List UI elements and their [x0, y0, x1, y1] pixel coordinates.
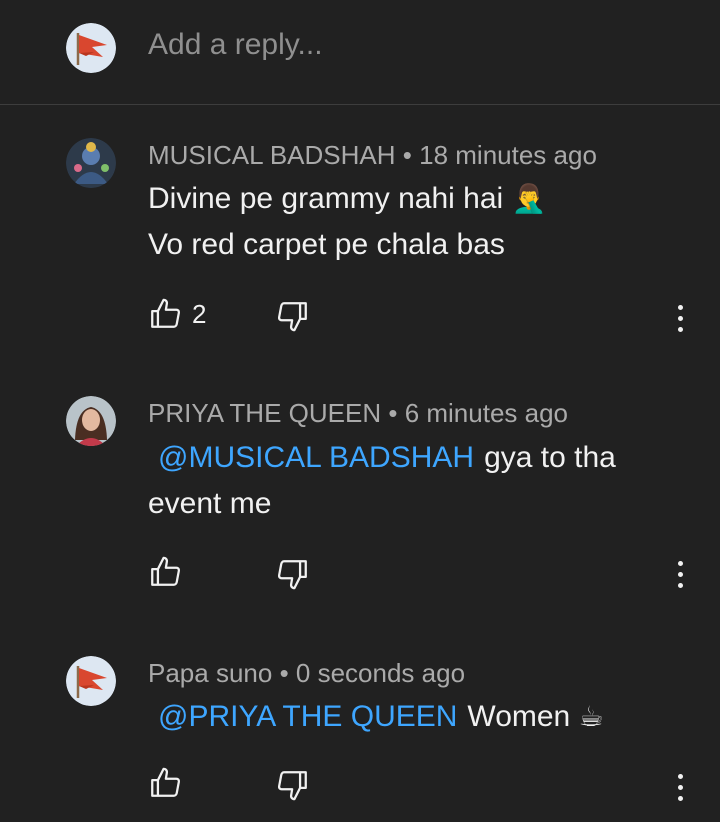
comment-text: Divine pe grammy nahi hai 🤦‍♂️ Vo red ca…	[148, 176, 688, 268]
like-button[interactable]	[148, 766, 184, 802]
comment-actions: 2	[148, 297, 648, 337]
like-icon	[151, 556, 181, 586]
comment-meta: Papa suno • 0 seconds ago	[148, 658, 465, 689]
facepalm-emoji: 🤦‍♂️	[511, 182, 547, 215]
comment-item: PRIYA THE QUEEN • 6 minutes ago @MUSICAL…	[0, 360, 720, 620]
flag-avatar-icon	[66, 23, 116, 73]
comment-line: Vo red carpet pe chala bas	[148, 228, 505, 261]
comment-actions	[148, 766, 648, 806]
comment-text-part: Divine pe grammy nahi hai	[148, 182, 504, 215]
comment-item: MUSICAL BADSHAH • 18 minutes ago Divine …	[0, 104, 720, 360]
dislike-button[interactable]	[276, 299, 312, 335]
comment-text: @MUSICAL BADSHAH gya to tha event me	[148, 435, 688, 527]
meta-separator: •	[279, 658, 289, 688]
author-name[interactable]: PRIYA THE QUEEN	[148, 398, 381, 428]
more-vert-icon[interactable]	[668, 557, 692, 593]
dislike-icon	[277, 560, 307, 590]
timestamp: 18 minutes ago	[419, 140, 597, 170]
meta-separator: •	[402, 140, 412, 170]
avatar[interactable]	[66, 396, 116, 446]
flag-avatar-icon[interactable]	[66, 656, 116, 706]
like-button[interactable]	[148, 555, 184, 591]
reply-input[interactable]: Add a reply...	[148, 28, 323, 62]
like-button[interactable]	[148, 297, 184, 333]
mention-link[interactable]: @PRIYA THE QUEEN	[148, 700, 467, 733]
like-count: 2	[192, 299, 207, 329]
meta-separator: •	[388, 398, 398, 428]
author-name[interactable]: Papa suno	[148, 658, 272, 688]
comment-line: @MUSICAL BADSHAH gya to tha	[148, 435, 688, 481]
more-vert-icon[interactable]	[668, 301, 692, 337]
comment-text: @PRIYA THE QUEEN Women ☕	[148, 694, 688, 740]
comment-meta: PRIYA THE QUEEN • 6 minutes ago	[148, 398, 568, 429]
author-name[interactable]: MUSICAL BADSHAH	[148, 140, 396, 170]
comment-line: event me	[148, 487, 272, 520]
dislike-button[interactable]	[276, 557, 312, 593]
coffee-emoji: ☕	[578, 700, 604, 733]
like-icon	[151, 767, 181, 797]
comment-line: @PRIYA THE QUEEN Women ☕	[148, 694, 688, 740]
comment-actions	[148, 555, 648, 595]
mention-link[interactable]: @MUSICAL BADSHAH	[148, 441, 484, 474]
dislike-button[interactable]	[276, 768, 312, 804]
comment-text-part: gya to tha	[484, 441, 616, 474]
timestamp: 6 minutes ago	[404, 398, 569, 428]
comment-meta: MUSICAL BADSHAH • 18 minutes ago	[148, 140, 597, 171]
timestamp: 0 seconds ago	[295, 658, 466, 688]
comment-item: Papa suno • 0 seconds ago @PRIYA THE QUE…	[0, 620, 720, 822]
comment-line: Divine pe grammy nahi hai 🤦‍♂️	[148, 176, 688, 222]
like-icon	[151, 298, 181, 328]
dislike-icon	[277, 771, 307, 801]
more-vert-icon[interactable]	[668, 770, 692, 806]
dislike-icon	[277, 302, 307, 332]
avatar[interactable]	[66, 138, 116, 188]
add-reply-bar[interactable]: Add a reply...	[0, 0, 720, 105]
comment-text-part: Women	[467, 700, 571, 733]
